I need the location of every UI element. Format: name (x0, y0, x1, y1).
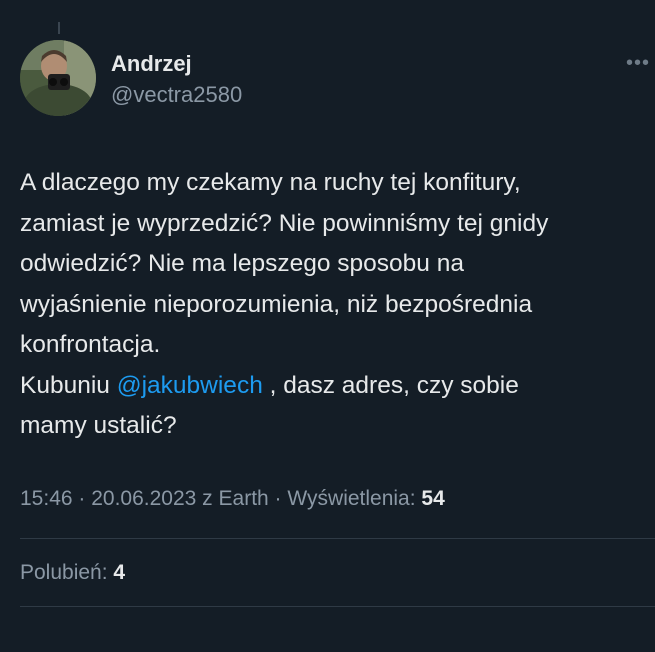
author-handle[interactable]: @vectra2580 (111, 82, 242, 108)
views-count: 54 (421, 487, 445, 510)
views-label: Wyświetlenia: (287, 487, 422, 510)
tweet-text-line: mamy ustalić? (20, 412, 177, 439)
tweet-text-line: konfrontacja. (20, 331, 161, 358)
tweet-text-line: odwiedzić? Nie ma lepszego sposobu na (20, 250, 464, 277)
tweet-meta: 15:46 · 20.06.2023 z Earth · Wyświetleni… (20, 487, 445, 511)
tweet-text-line: wyjaśnienie nieporozumienia, niż bezpośr… (20, 290, 533, 318)
mention-link[interactable]: @jakubwiech (117, 372, 263, 399)
text-before-mention: Kubuniu (20, 371, 117, 399)
tweet-time[interactable]: 15:46 (20, 487, 73, 510)
more-horizontal-icon: ••• (626, 52, 651, 74)
tweet-card: Andrzej @vectra2580 ••• A dlaczego my cz… (0, 0, 655, 652)
tweet-date[interactable]: 20.06.2023 (91, 487, 196, 510)
likes-link[interactable]: Polubień: 4 (20, 561, 125, 585)
tweet-text-line: zamiast je wyprzedzić? Nie powinniśmy te… (20, 209, 549, 237)
divider (20, 538, 655, 539)
thread-connector (58, 22, 60, 34)
meta-separator: · (72, 487, 92, 510)
author-display-name[interactable]: Andrzej (111, 51, 192, 77)
likes-label: Polubień: (20, 561, 114, 584)
text-after-mention: , dasz adres, czy sobie (262, 371, 519, 399)
tweet-source: z Earth (196, 487, 269, 510)
tweet-text-line: Kubuniu @jakubwiech , dasz adres, czy so… (20, 366, 655, 407)
likes-count: 4 (113, 561, 126, 584)
avatar[interactable] (20, 40, 96, 116)
meta-separator: · (268, 487, 288, 510)
more-options-button[interactable]: ••• (626, 52, 655, 74)
tweet-text: A dlaczego my czekamy na ruchy tej konfi… (20, 163, 655, 447)
divider (20, 606, 655, 607)
avatar-image (20, 40, 96, 116)
tweet-text-line: A dlaczego my czekamy na ruchy tej konfi… (20, 169, 521, 196)
